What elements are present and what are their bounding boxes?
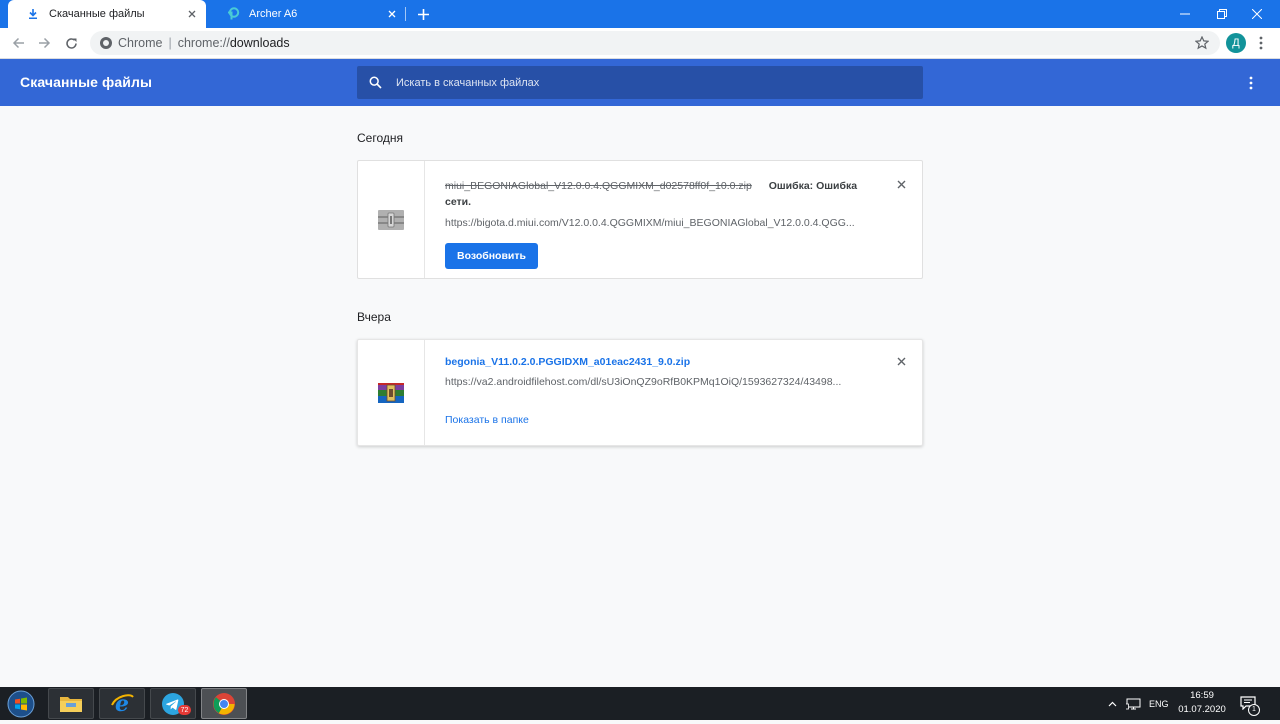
tab-separator bbox=[405, 7, 406, 21]
archive-file-icon bbox=[378, 209, 404, 230]
restore-icon bbox=[1217, 9, 1227, 19]
downloads-header: Скачанные файлы bbox=[0, 59, 1280, 106]
arrow-left-icon bbox=[12, 37, 24, 49]
resume-button[interactable]: Возобновить bbox=[445, 243, 538, 269]
more-vert-icon bbox=[1259, 36, 1263, 50]
taskbar-clock[interactable]: 16:59 01.07.2020 bbox=[1176, 689, 1228, 717]
profile-avatar[interactable]: Д bbox=[1226, 33, 1246, 53]
file-url: https://bigota.d.miui.com/V12.0.0.4.QGGM… bbox=[445, 217, 855, 229]
tray-network[interactable] bbox=[1126, 687, 1141, 720]
tp-link-icon bbox=[226, 7, 240, 21]
action-center-button[interactable]: 1 bbox=[1240, 687, 1260, 720]
remove-download-button[interactable] bbox=[894, 177, 908, 191]
taskbar-internet-explorer[interactable]: e bbox=[99, 688, 145, 719]
taskbar-telegram[interactable]: 72 bbox=[150, 688, 196, 719]
notifications-count: 1 bbox=[1248, 703, 1260, 716]
close-icon bbox=[897, 180, 905, 188]
reload-button[interactable] bbox=[60, 33, 82, 53]
more-vert-icon bbox=[1249, 76, 1253, 90]
page-title: Скачанные файлы bbox=[20, 74, 153, 90]
remove-download-button[interactable] bbox=[894, 354, 908, 368]
file-name-link[interactable]: begonia_V11.0.2.0.PGGIDXM_a01eac2431_9.0… bbox=[445, 354, 872, 370]
address-bar[interactable]: Chrome | chrome://downloads bbox=[90, 31, 1220, 55]
download-error-status-cont: сети. bbox=[445, 196, 472, 208]
browser-menu-button[interactable] bbox=[1254, 34, 1268, 52]
telegram-unread-badge: 72 bbox=[178, 705, 191, 715]
windows-logo-icon bbox=[7, 690, 35, 718]
start-button[interactable] bbox=[6, 689, 36, 719]
minimize-icon bbox=[1180, 13, 1190, 15]
winrar-archive-icon bbox=[378, 382, 404, 403]
chrome-icon bbox=[100, 37, 112, 49]
close-window-button[interactable] bbox=[1234, 0, 1280, 28]
folder-icon bbox=[60, 696, 82, 712]
downloads-menu-button[interactable] bbox=[1244, 74, 1258, 92]
tab-strip: Скачанные файлы Archer A6 bbox=[0, 0, 1280, 28]
address-divider: | bbox=[168, 36, 172, 50]
clock-time: 16:59 bbox=[1190, 690, 1214, 701]
taskbar-chrome[interactable] bbox=[201, 688, 247, 719]
bookmark-star-button[interactable] bbox=[1193, 34, 1211, 52]
download-icon bbox=[26, 7, 40, 21]
internet-explorer-icon: e bbox=[111, 692, 134, 716]
tray-overflow-button[interactable] bbox=[1108, 687, 1117, 720]
date-heading-today: Сегодня bbox=[357, 131, 403, 145]
reload-icon bbox=[65, 37, 77, 49]
tab-downloads[interactable]: Скачанные файлы bbox=[8, 0, 206, 28]
show-in-folder-link[interactable]: Показать в папке bbox=[445, 414, 529, 426]
windows-taskbar: e 72 ENG 16:59 01.07.2020 1 bbox=[0, 687, 1280, 720]
address-chip: Chrome bbox=[118, 36, 163, 50]
plus-icon bbox=[417, 8, 429, 20]
new-tab-button[interactable] bbox=[414, 5, 432, 23]
file-url: https://va2.androidfilehost.com/dl/sU3iO… bbox=[445, 376, 842, 388]
download-item-complete: begonia_V11.0.2.0.PGGIDXM_a01eac2431_9.0… bbox=[357, 339, 923, 446]
forward-button[interactable] bbox=[33, 33, 55, 53]
downloads-search[interactable] bbox=[357, 66, 923, 99]
network-icon bbox=[1126, 698, 1141, 709]
download-item-failed: miui_BEGONIAGlobal_V12.0.0.4.QGGMIXM_d02… bbox=[357, 160, 923, 279]
file-name[interactable]: miui_BEGONIAGlobal_V12.0.0.4.QGGMIXM_d02… bbox=[445, 180, 752, 192]
browser-toolbar: Chrome | chrome://downloads Д bbox=[0, 28, 1280, 59]
tab-archer-a6[interactable]: Archer A6 bbox=[208, 0, 406, 28]
star-icon bbox=[1195, 36, 1209, 50]
date-heading-yesterday: Вчера bbox=[357, 310, 391, 324]
close-icon[interactable] bbox=[184, 6, 200, 22]
taskbar-explorer[interactable] bbox=[48, 688, 94, 719]
close-icon bbox=[897, 357, 905, 365]
tab-title: Archer A6 bbox=[249, 8, 298, 20]
download-error-status: Ошибка: Ошибка bbox=[768, 180, 858, 192]
tab-title: Скачанные файлы bbox=[49, 8, 145, 20]
chevron-up-icon bbox=[1108, 701, 1117, 706]
clock-date: 01.07.2020 bbox=[1178, 704, 1226, 715]
search-input[interactable] bbox=[394, 75, 923, 90]
arrow-right-icon bbox=[38, 37, 50, 49]
close-icon bbox=[1252, 9, 1262, 19]
search-icon bbox=[368, 76, 382, 90]
language-indicator[interactable]: ENG bbox=[1149, 687, 1169, 720]
chrome-icon bbox=[213, 692, 235, 715]
address-scheme: chrome:// bbox=[177, 36, 230, 50]
address-host: downloads bbox=[229, 36, 290, 50]
back-button[interactable] bbox=[7, 33, 29, 53]
close-icon[interactable] bbox=[384, 6, 400, 22]
